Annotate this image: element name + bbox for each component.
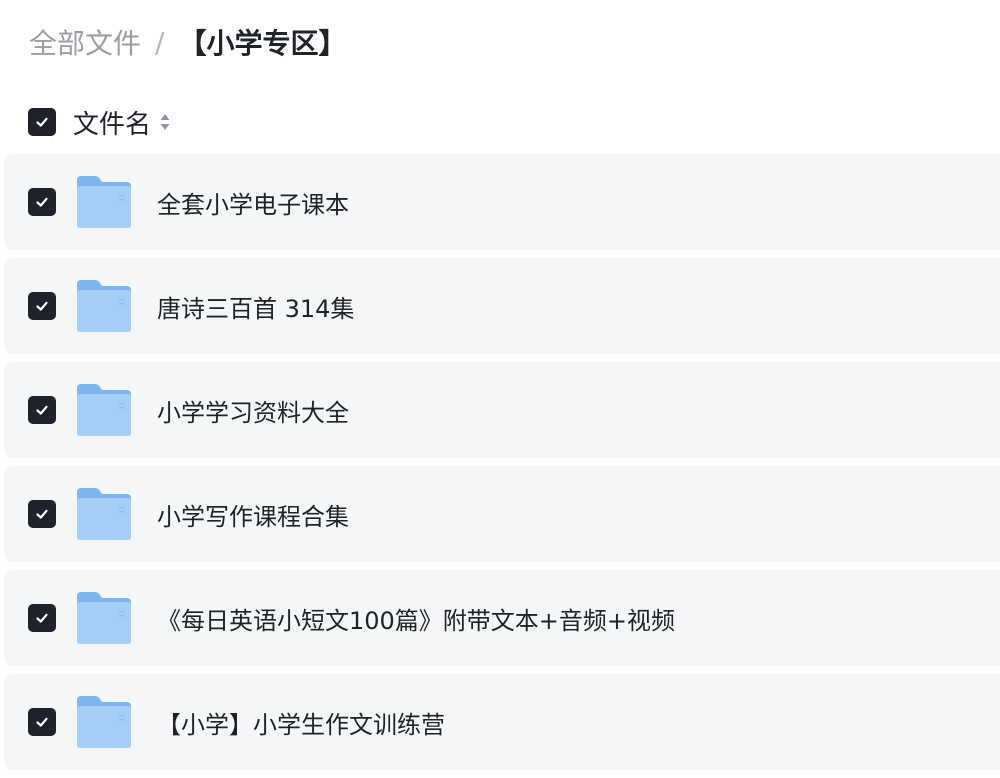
breadcrumb: 全部文件 / 【小学专区】: [29, 22, 346, 62]
row-checkbox[interactable]: [28, 188, 56, 216]
file-name[interactable]: 《每日英语小短文100篇》附带文本+音频+视频: [157, 601, 675, 636]
column-header-filename[interactable]: 文件名: [73, 104, 151, 141]
file-list-header: 文件名: [28, 102, 171, 142]
breadcrumb-separator: /: [155, 25, 165, 59]
file-row[interactable]: 《每日英语小短文100篇》附带文本+音频+视频: [4, 570, 1000, 666]
folder-icon: [77, 384, 131, 436]
file-name[interactable]: 唐诗三百首 314集: [157, 289, 354, 324]
check-icon: [36, 197, 48, 207]
check-icon: [36, 509, 48, 519]
folder-icon: [77, 280, 131, 332]
sort-updown-icon[interactable]: [159, 111, 171, 133]
file-name[interactable]: 小学写作课程合集: [157, 497, 349, 532]
row-checkbox[interactable]: [28, 396, 56, 424]
file-name[interactable]: 【小学】小学生作文训练营: [157, 705, 445, 740]
breadcrumb-root-link[interactable]: 全部文件: [29, 22, 141, 62]
row-checkbox[interactable]: [28, 500, 56, 528]
file-row[interactable]: 【小学】小学生作文训练营: [4, 674, 1000, 770]
file-row[interactable]: 唐诗三百首 314集: [4, 258, 1000, 354]
file-name[interactable]: 全套小学电子课本: [157, 185, 349, 220]
check-icon: [36, 405, 48, 415]
file-name[interactable]: 小学学习资料大全: [157, 393, 349, 428]
file-row[interactable]: 全套小学电子课本: [4, 154, 1000, 250]
row-checkbox[interactable]: [28, 292, 56, 320]
file-row[interactable]: 小学写作课程合集: [4, 466, 1000, 562]
breadcrumb-current: 【小学专区】: [178, 27, 347, 60]
select-all-checkbox[interactable]: [28, 108, 56, 136]
row-checkbox[interactable]: [28, 604, 56, 632]
file-row[interactable]: 小学学习资料大全: [4, 362, 1000, 458]
check-icon: [36, 301, 48, 311]
folder-icon: [77, 176, 131, 228]
folder-icon: [77, 488, 131, 540]
check-icon: [36, 613, 48, 623]
folder-icon: [77, 592, 131, 644]
row-checkbox[interactable]: [28, 708, 56, 736]
check-icon: [36, 717, 48, 727]
check-icon: [36, 117, 48, 127]
file-list: 全套小学电子课本 唐诗三百首 314集 小学学习资料大全 小学写作课程合集 《每…: [4, 154, 1000, 778]
folder-icon: [77, 696, 131, 748]
